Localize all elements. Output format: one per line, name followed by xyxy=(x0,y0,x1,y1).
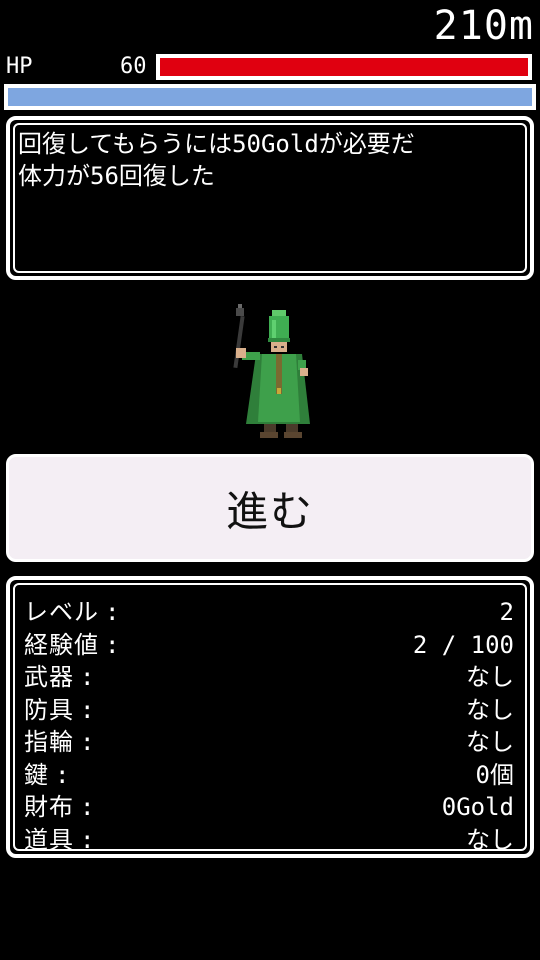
status-row: 経験値: 2 / 100 xyxy=(24,629,514,662)
message-line: 体力が56回復した xyxy=(18,162,215,190)
distance-counter: 210m xyxy=(433,3,534,49)
message-window: 回復してもらうには50Goldが必要だ 体力が56回復した xyxy=(6,116,534,280)
status-row: 指輪: なし xyxy=(24,726,514,759)
green-priest-sprite xyxy=(220,302,310,440)
status-row: 武器: なし xyxy=(24,661,514,694)
status-row: 鍵: 0個 xyxy=(24,759,514,792)
status-key: 指輪 xyxy=(24,728,74,756)
status-row: 財布: 0Gold xyxy=(24,791,514,824)
status-separator: : xyxy=(80,663,96,691)
status-value: 0Gold xyxy=(441,793,514,821)
status-rows: レベル: 2 経験値: 2 / 100 武器: なし 防具: なし 指輪: なし… xyxy=(24,596,514,856)
status-window: レベル: 2 経験値: 2 / 100 武器: なし 防具: なし 指輪: なし… xyxy=(6,576,534,858)
hp-value: 60 xyxy=(120,54,147,79)
hp-bar xyxy=(156,54,532,80)
status-value: 2 xyxy=(499,598,514,626)
proceed-button[interactable]: 進む xyxy=(6,454,534,562)
status-key: 経験値 xyxy=(24,630,99,659)
message-line: 回復してもらうには50Goldが必要だ xyxy=(18,130,415,158)
proceed-button-label: 進む xyxy=(225,486,314,536)
status-row: レベル: 2 xyxy=(24,596,514,629)
message-lines: 回復してもらうには50Goldが必要だ 体力が56回復した xyxy=(18,128,520,192)
status-separator: : xyxy=(80,728,96,756)
status-separator: : xyxy=(105,630,121,659)
hp-bar-fill xyxy=(160,58,528,76)
status-value: なし xyxy=(466,695,514,724)
status-key: レベル xyxy=(24,598,99,626)
status-row: 道具: なし xyxy=(24,824,514,857)
status-value: 0個 xyxy=(475,760,514,789)
status-key: 武器 xyxy=(24,663,74,691)
status-value: なし xyxy=(466,728,514,756)
status-key: 財布 xyxy=(24,793,74,821)
mp-bar xyxy=(4,84,536,110)
mp-bar-fill xyxy=(8,88,532,106)
status-key: 道具 xyxy=(24,825,74,854)
status-row: 防具: なし xyxy=(24,694,514,727)
status-separator: : xyxy=(80,825,96,854)
status-value: なし xyxy=(466,663,514,691)
status-key: 鍵 xyxy=(24,760,49,789)
hp-label: HP xyxy=(6,54,33,79)
status-separator: : xyxy=(80,793,96,821)
status-key: 防具 xyxy=(24,695,74,724)
status-value: なし xyxy=(466,825,514,854)
status-separator: : xyxy=(105,598,121,626)
status-separator: : xyxy=(80,695,96,724)
status-separator: : xyxy=(55,760,71,789)
status-value: 2 / 100 xyxy=(412,630,514,659)
hp-row: HP 60 xyxy=(0,54,540,80)
